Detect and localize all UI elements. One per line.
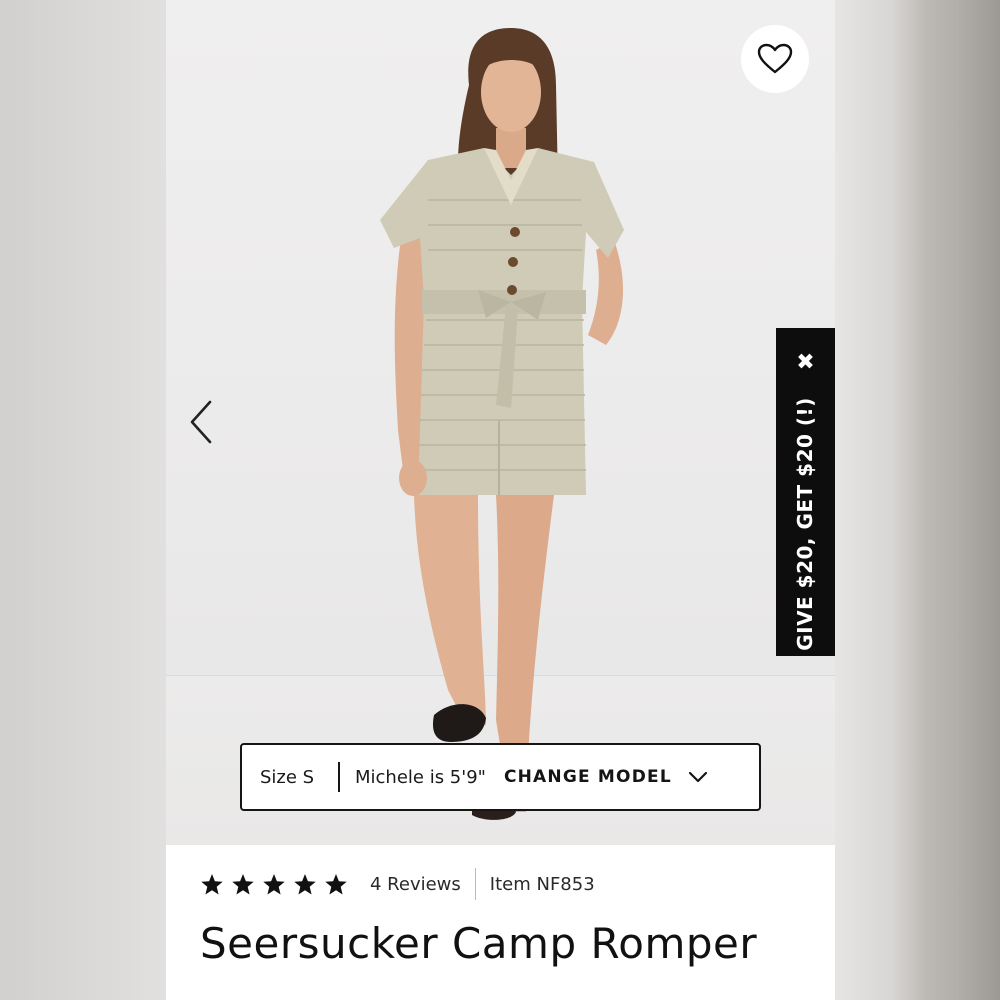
star-icon — [294, 873, 316, 894]
favorite-button[interactable] — [741, 25, 809, 93]
star-icon — [232, 873, 254, 894]
product-page: ✖ GIVE $20, GET $20 (!) Size S Michele i… — [166, 0, 835, 1000]
product-title: Seersucker Camp Romper — [200, 919, 758, 968]
star-icon — [201, 873, 223, 894]
chevron-down-icon[interactable] — [688, 771, 708, 783]
close-icon[interactable]: ✖ — [776, 350, 835, 375]
change-model-button[interactable]: CHANGE MODEL — [504, 767, 672, 787]
divider — [338, 762, 340, 792]
product-info: 4 Reviews Item NF853 Seersucker Camp Rom… — [166, 845, 835, 1000]
rating-row: 4 Reviews Item NF853 — [200, 868, 595, 900]
chevron-left-icon — [190, 400, 212, 444]
referral-promo-tab[interactable]: ✖ GIVE $20, GET $20 (!) — [776, 328, 835, 656]
model-height: Michele is 5'9" — [355, 766, 486, 788]
model-photo — [380, 28, 624, 820]
promo-label: GIVE $20, GET $20 (!) — [793, 397, 817, 651]
background-left — [0, 0, 166, 1000]
star-icon — [325, 873, 347, 894]
model-size: Size S — [260, 766, 315, 788]
background-right — [835, 0, 1000, 1000]
divider — [474, 868, 476, 900]
reviews-link[interactable]: 4 Reviews — [370, 874, 461, 895]
star-rating[interactable] — [200, 873, 348, 896]
previous-image-button[interactable] — [186, 398, 216, 446]
heart-icon — [757, 43, 793, 74]
model-size-selector[interactable]: Size S Michele is 5'9" CHANGE MODEL — [240, 743, 761, 811]
star-icon — [263, 873, 285, 894]
product-image[interactable]: ✖ GIVE $20, GET $20 (!) Size S Michele i… — [166, 0, 835, 845]
item-number: Item NF853 — [489, 873, 595, 895]
